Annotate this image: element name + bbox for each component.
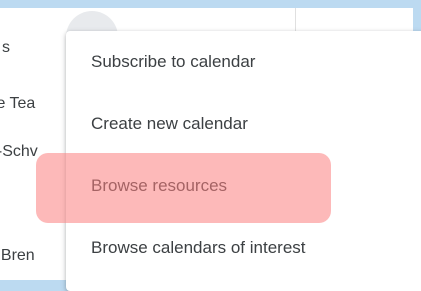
- add-calendar-menu: Subscribe to calendar Create new calenda…: [66, 31, 421, 291]
- menu-item-subscribe-to-calendar[interactable]: Subscribe to calendar: [66, 42, 421, 82]
- sidebar-item-label[interactable]: te Tea: [0, 94, 35, 114]
- menu-item-label: Subscribe to calendar: [91, 52, 256, 71]
- menu-item-browse-resources[interactable]: Browse resources: [66, 166, 421, 206]
- menu-item-label: Browse calendars of interest: [91, 238, 306, 257]
- menu-item-create-new-calendar[interactable]: Create new calendar: [66, 104, 421, 144]
- sidebar-item-label[interactable]: s: [2, 38, 10, 58]
- menu-item-label: Create new calendar: [91, 114, 248, 133]
- menu-item-label: Browse resources: [91, 176, 228, 195]
- sidebar-item-label[interactable]: e-Schv: [0, 142, 38, 162]
- sidebar-item-label[interactable]: t Bren: [0, 246, 35, 266]
- menu-item-browse-calendars-of-interest[interactable]: Browse calendars of interest: [66, 228, 421, 268]
